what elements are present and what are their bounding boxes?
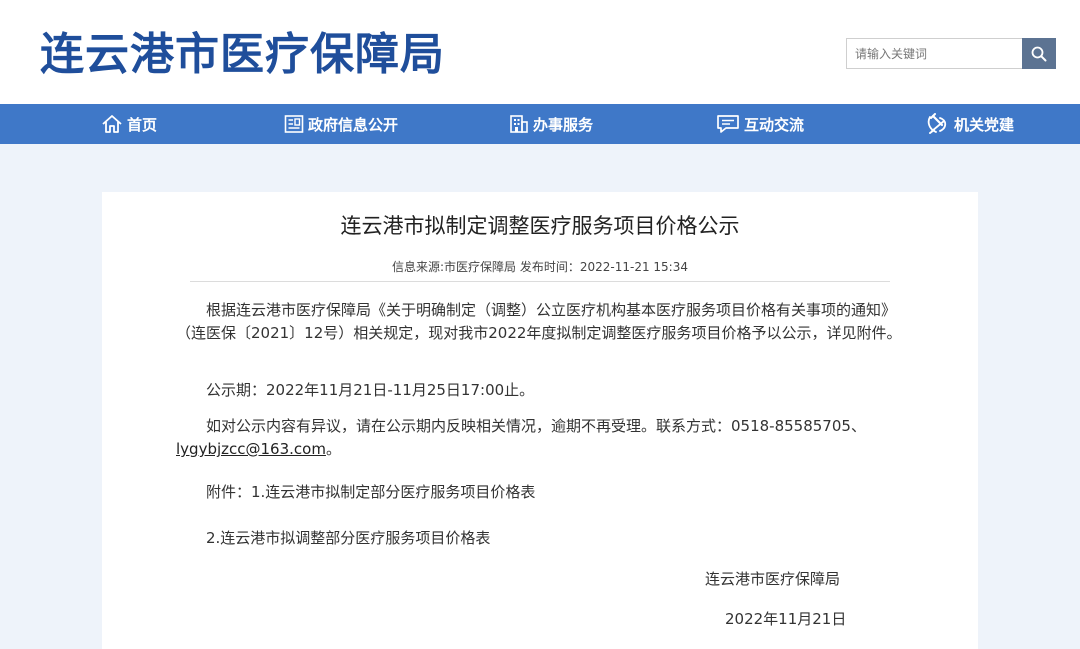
nav-item-home[interactable]: 首页 [101,104,157,144]
contact-text: 如对公示内容有异议，请在公示期内反映相关情况，逾期不再受理。联系方式：0518-… [206,417,866,435]
article-card: 连云港市拟制定调整医疗服务项目价格公示 信息来源:市医疗保障局 发布时间：202… [102,192,978,649]
main-nav: 首页 政府信息公开 办事服务 互动交流 机关党建 [0,104,1080,144]
search-button[interactable] [1022,38,1056,69]
nav-label: 办事服务 [533,115,594,134]
party-emblem-icon [927,113,947,134]
building-icon [510,115,528,133]
email-link[interactable]: lygybjzcc@163.com [176,440,326,458]
signature: 连云港市医疗保障局 [705,570,841,588]
home-icon [102,115,122,133]
nav-label: 首页 [127,115,158,134]
article-title: 连云港市拟制定调整医疗服务项目价格公示 [340,214,740,238]
search-icon [1031,46,1047,61]
site-header: 连云港市医疗保障局 [0,0,1080,104]
paragraph-1: 根据连云港市医疗保障局《关于明确制定（调整）公立医疗机构基本医疗服务项目价格有关… [176,301,902,342]
chat-icon [717,115,739,133]
search-input[interactable] [846,38,1022,69]
nav-label: 机关党建 [954,115,1015,134]
nav-label: 互动交流 [744,115,805,134]
attachment-1[interactable]: 附件：1.连云港市拟制定部分医疗服务项目价格表 [176,481,916,504]
nav-label: 政府信息公开 [308,115,399,134]
attachment-2[interactable]: 2.连云港市拟调整部分医疗服务项目价格表 [176,527,916,550]
article-meta: 信息来源:市医疗保障局 发布时间：2022-11-21 15:34 [392,260,688,274]
paragraph-2: 公示期：2022年11月21日-11月25日17:00止。 [206,381,535,399]
document-icon [284,115,304,133]
site-title[interactable]: 连云港市医疗保障局 [40,18,445,82]
paragraph-3: 如对公示内容有异议，请在公示期内反映相关情况，逾期不再受理。联系方式：0518-… [176,415,916,461]
nav-item-party[interactable]: 机关党建 [926,104,1014,144]
nav-item-services[interactable]: 办事服务 [509,104,593,144]
nav-item-gov-info[interactable]: 政府信息公开 [284,104,398,144]
nav-item-interaction[interactable]: 互动交流 [716,104,804,144]
publish-date: 2022年11月21日 [725,610,847,628]
contact-suffix: 。 [325,440,341,458]
search-bar [846,38,1056,69]
divider [190,281,890,282]
